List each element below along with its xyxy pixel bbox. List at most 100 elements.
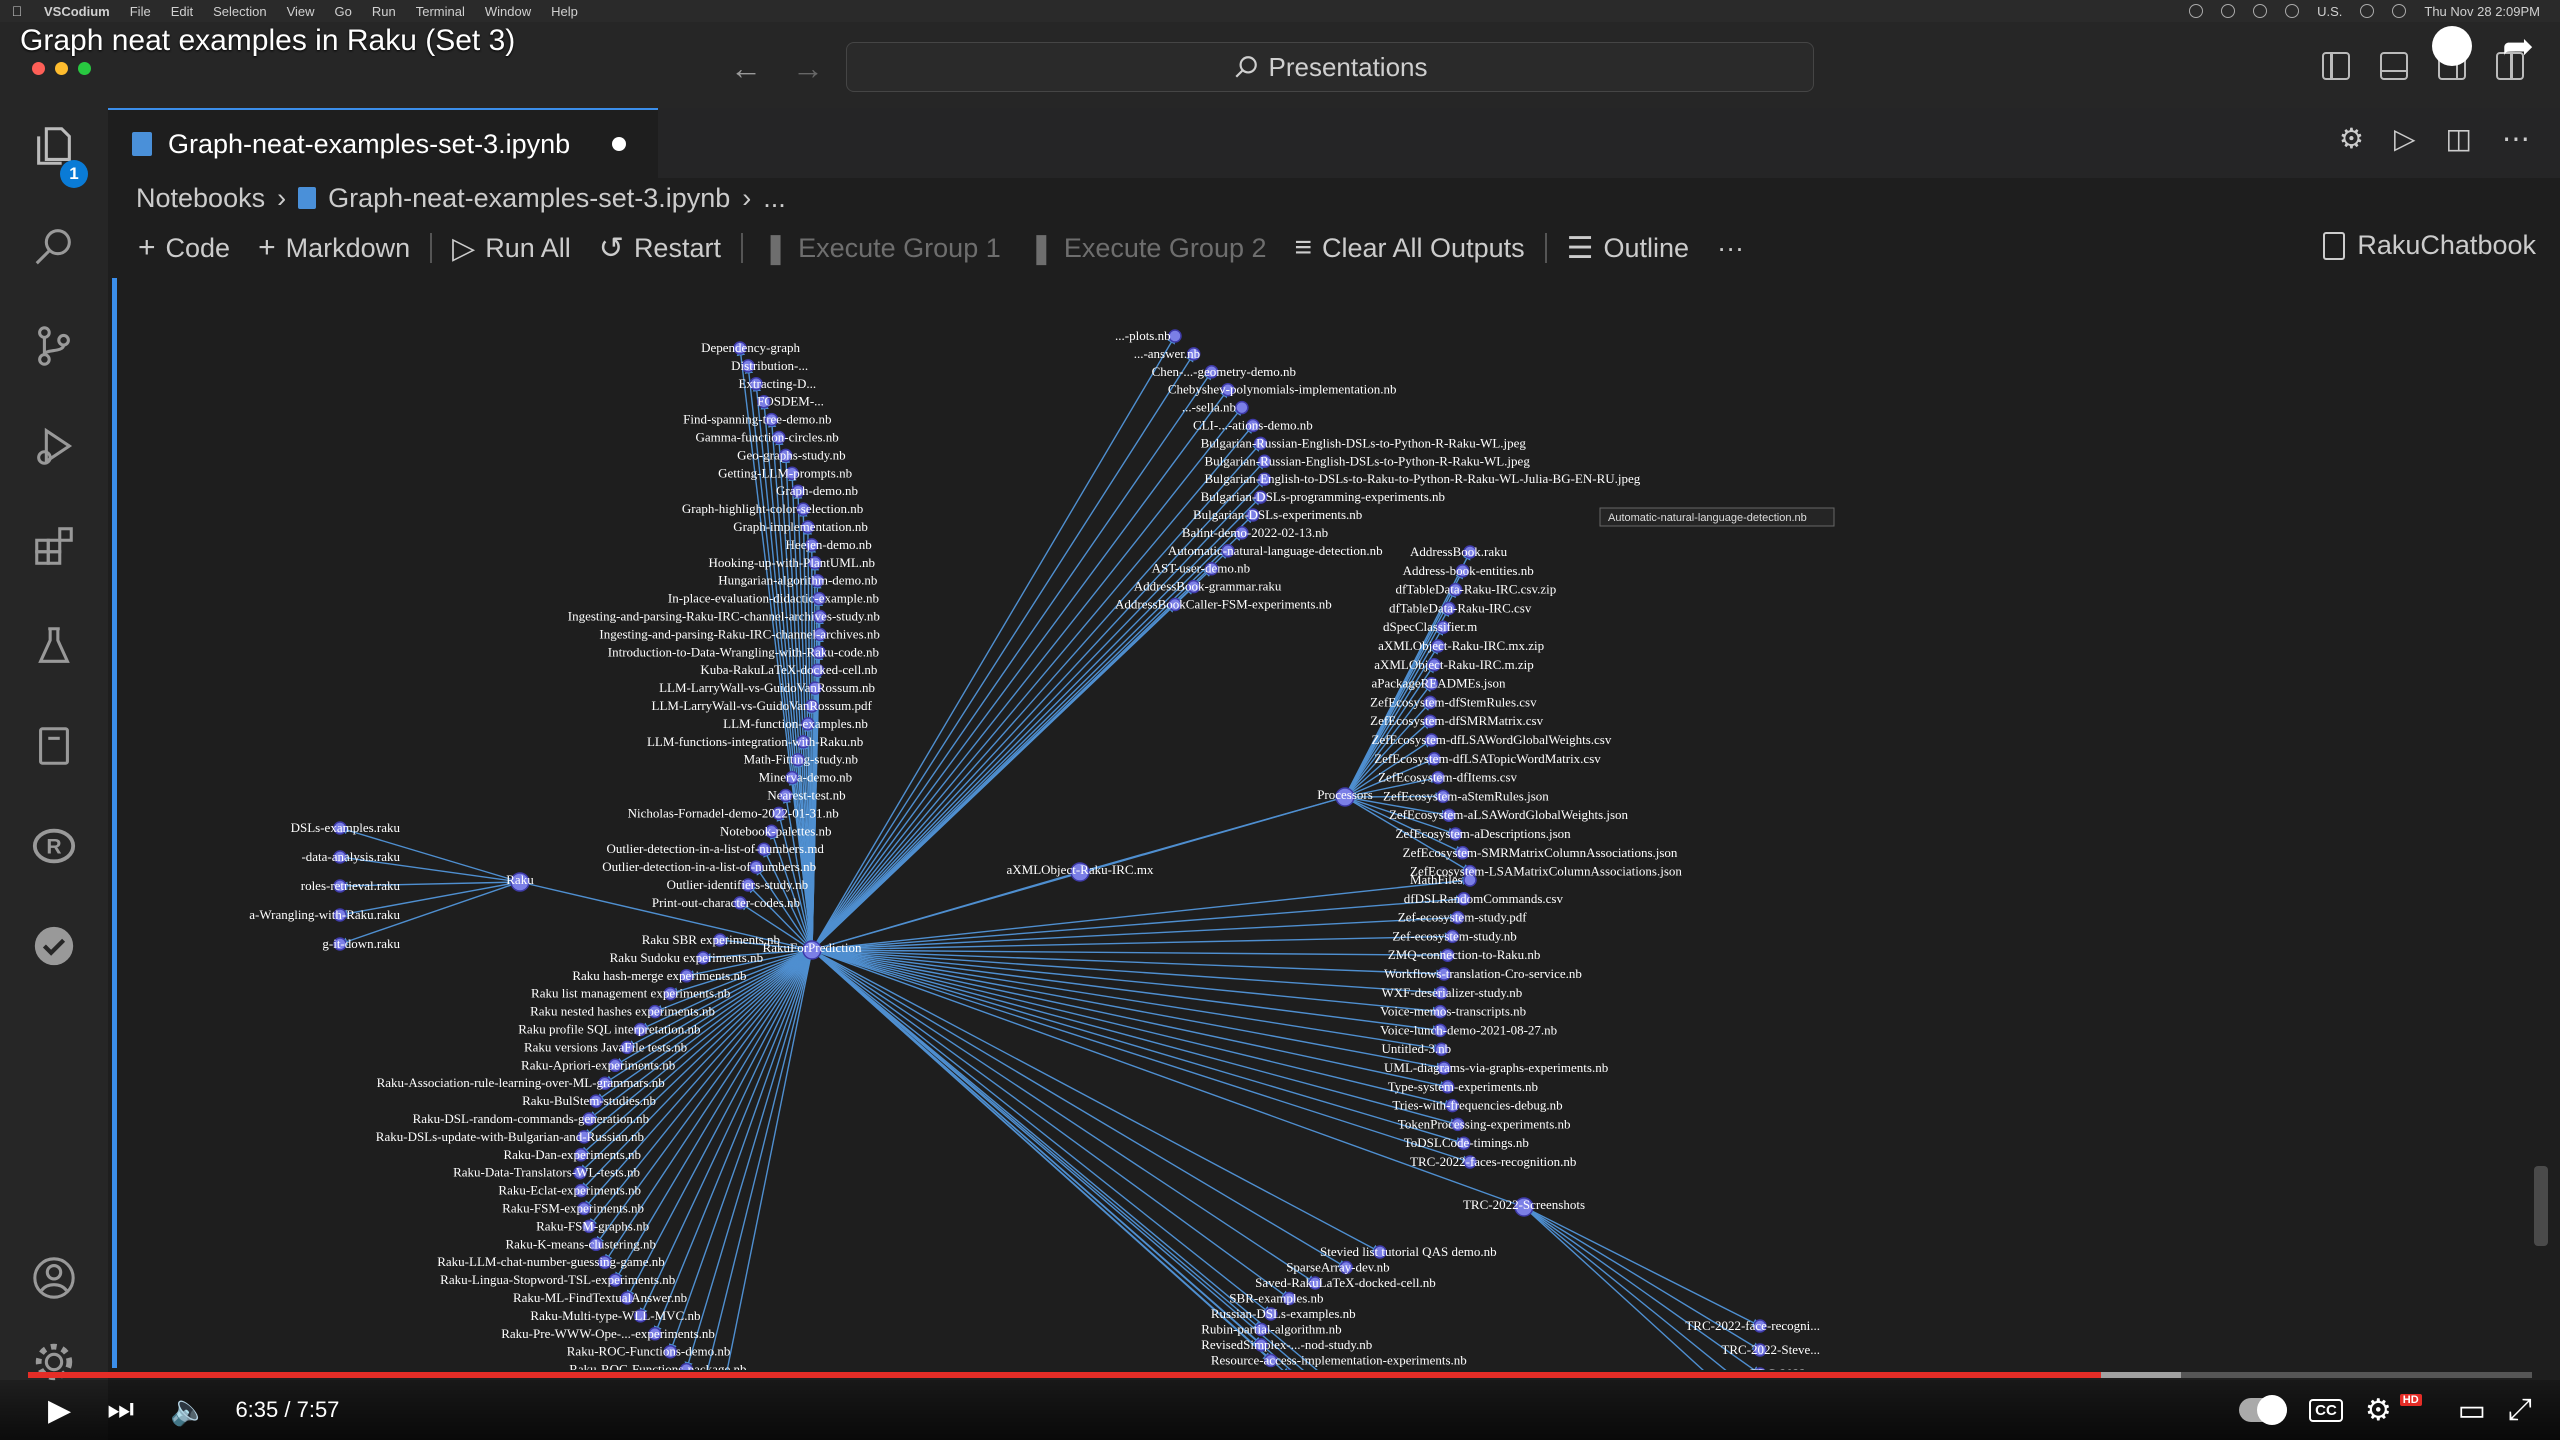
graph-leaf-label: ZMQ-connection-to-Raku.nb [1388, 947, 1541, 962]
run-all-button[interactable]: ▷ Run All [438, 231, 585, 266]
command-center-search[interactable]: Presentations [846, 42, 1814, 92]
graph-leaf-node[interactable] [1168, 329, 1182, 343]
notebook-settings-gear-icon[interactable]: ⚙ [2339, 122, 2364, 155]
more-actions-icon[interactable]: ⋯ [2502, 122, 2530, 155]
chevron-right-icon: › [742, 182, 752, 213]
forward-arrow-icon[interactable]: → [792, 50, 824, 87]
graph-leaf-label: ZefEcosystem-dfLSATopicWordMatrix.csv [1374, 751, 1601, 766]
breadcrumb-file[interactable]: Graph-neat-examples-set-3.ipynb [328, 183, 730, 214]
graph-leaf-label: Bulgarian-Russian-English-DSLs-to-Python… [1205, 453, 1531, 468]
graph-edge [811, 949, 1465, 1146]
graph-leaf-label: Bulgarian-English-to-DSLs-to-Raku-to-Pyt… [1205, 471, 1641, 486]
status-record-icon[interactable] [2189, 4, 2204, 18]
notebook-file-icon [298, 187, 317, 209]
cast-icon[interactable]: ▭ [2458, 1393, 2486, 1428]
apple-menu-icon[interactable]:  [0, 3, 34, 19]
graph-leaf-label: Find-spanning-tree-demo.nb [683, 412, 831, 427]
volume-icon[interactable]: 🔈 [152, 1393, 225, 1428]
breadcrumb-symbol[interactable]: ... [763, 183, 786, 214]
menu-edit[interactable]: Edit [161, 4, 203, 19]
unsaved-dot-icon[interactable] [612, 137, 627, 151]
menu-terminal[interactable]: Terminal [406, 4, 475, 19]
menubar-clock[interactable]: Thu Nov 28 2:09PM [2424, 4, 2540, 19]
graph-leaf-label: dfTableData-Raku-IRC.csv [1389, 600, 1532, 615]
extensions-icon[interactable] [30, 522, 78, 570]
settings-gear-icon[interactable]: ⚙ [2365, 1393, 2392, 1428]
add-code-cell-button[interactable]: + Code [124, 231, 244, 265]
execute-group-2-button[interactable]: ❚ Execute Group 2 [1015, 231, 1281, 266]
tab-notebook[interactable]: Graph-neat-examples-set-3.ipynb [108, 108, 658, 178]
video-title[interactable]: Graph neat examples in Raku (Set 3) [20, 24, 515, 58]
menu-run[interactable]: Run [362, 4, 406, 19]
clear-all-outputs-button[interactable]: ≡ Clear All Outputs [1281, 231, 1539, 265]
share-icon[interactable]: ➦ [2502, 24, 2534, 69]
graph-output[interactable]: Dependency-graph Distribution-... Extracti… [118, 280, 2498, 1370]
split-editor-icon[interactable]: ◫ [2446, 122, 2472, 155]
toolbar-divider [430, 233, 433, 263]
back-arrow-icon[interactable]: ← [730, 50, 762, 87]
menu-selection[interactable]: Selection [203, 4, 276, 19]
menu-window[interactable]: Window [475, 4, 541, 19]
input-source[interactable]: U.S. [2317, 4, 2342, 19]
graph-leaf-label: Tries-with-frequencies-debug.nb [1392, 1098, 1562, 1113]
graph-leaf-label: aXMLObject-Raku-IRC.mx.zip [1378, 638, 1544, 653]
manage-gear-icon[interactable] [30, 1338, 78, 1386]
kernel-picker[interactable]: RakuChatbook [2323, 230, 2536, 261]
run-triangle-icon[interactable]: ▷ [2394, 122, 2416, 155]
graph-leaf-label: RevisedSimplex-...-nod-study.nb [1201, 1337, 1372, 1352]
toolbar-more-button[interactable]: ··· [1703, 233, 1758, 264]
graph-leaf-label: Raku-Multi-type-WLL-MVC.nb [530, 1308, 700, 1323]
graph-edge [811, 876, 1471, 951]
graph-leaf-label: TRC-2022-faces-recognition.nb [1410, 1154, 1576, 1169]
outline-button[interactable]: ☰ Outline [1553, 231, 1703, 266]
play-icon[interactable]: ▶ [0, 1393, 89, 1428]
run-and-debug-icon[interactable] [30, 422, 78, 470]
execute-group-1-button[interactable]: ❚ Execute Group 1 [749, 231, 1015, 266]
search-icon[interactable] [30, 222, 78, 270]
menu-go[interactable]: Go [325, 4, 362, 19]
graph-leaf-label: g-it-down.raku [322, 936, 400, 951]
minimize-window-button[interactable] [55, 62, 68, 75]
watch-later-icon[interactable] [2432, 26, 2472, 66]
scrollbar-thumb[interactable] [2534, 1166, 2548, 1246]
source-control-icon[interactable] [30, 322, 78, 370]
graph-leaf-label: AddressBook-grammar.raku [1134, 579, 1282, 594]
close-window-button[interactable] [32, 62, 45, 75]
testing-flask-icon[interactable] [30, 622, 78, 670]
menu-app-name[interactable]: VSCodium [34, 4, 120, 19]
status-control-center-icon[interactable] [2392, 4, 2407, 18]
toggle-panel-icon[interactable] [2380, 52, 2408, 80]
accounts-icon[interactable] [30, 1254, 78, 1302]
graph-leaf-label: FOSDEM-... [757, 394, 824, 409]
graph-leaf-label: ...-sella.nb [1182, 400, 1236, 415]
graph-leaf-node[interactable] [1235, 400, 1249, 415]
raku-extension-icon[interactable]: R [30, 822, 78, 870]
subtitles-cc-icon[interactable]: CC [2309, 1398, 2343, 1422]
graph-leaf-label: Raku-Lingua-Stopword-TSL-experiments.nb [440, 1272, 675, 1287]
notebook-kernels-icon[interactable] [30, 722, 78, 770]
graph-leaf-label: ZefEcosystem-aStemRules.json [1383, 788, 1549, 803]
zoom-window-button[interactable] [78, 62, 91, 75]
toggle-primary-sidebar-icon[interactable] [2322, 52, 2350, 80]
graph-leaf-label: dfTableData-Raku-IRC.csv.zip [1396, 582, 1557, 597]
status-bluetooth-icon[interactable] [2253, 4, 2268, 18]
menu-view[interactable]: View [277, 4, 325, 19]
graph-leaf-label: SparseArray-dev.nb [1286, 1260, 1389, 1275]
graph-leaf-label: Extracting-D... [738, 376, 816, 391]
add-markdown-cell-button[interactable]: + Markdown [244, 231, 424, 265]
autoplay-toggle[interactable] [2239, 1395, 2288, 1425]
status-app-icon[interactable] [2221, 4, 2236, 18]
graph-leaf-label: TRC-2022-Steve... [1721, 1342, 1820, 1357]
checkmark-status-icon[interactable] [30, 922, 78, 970]
exit-fullscreen-icon[interactable]: ⤢ [2508, 1393, 2532, 1427]
video-progress-bar[interactable] [28, 1372, 2532, 1378]
next-video-icon[interactable]: ⏭ [89, 1393, 152, 1427]
restart-button[interactable]: ↺ Restart [585, 231, 735, 266]
graph-leaf-label: Raku-BulStem-studies.nb [522, 1093, 656, 1108]
breadcrumb-folder[interactable]: Notebooks [136, 183, 265, 214]
menu-file[interactable]: File [120, 4, 161, 19]
status-time-machine-icon[interactable] [2285, 4, 2300, 18]
menu-help[interactable]: Help [541, 4, 588, 19]
status-wifi-icon[interactable] [2360, 4, 2375, 18]
graph-hub-label: TRC-2022-Screenshots [1463, 1197, 1585, 1212]
